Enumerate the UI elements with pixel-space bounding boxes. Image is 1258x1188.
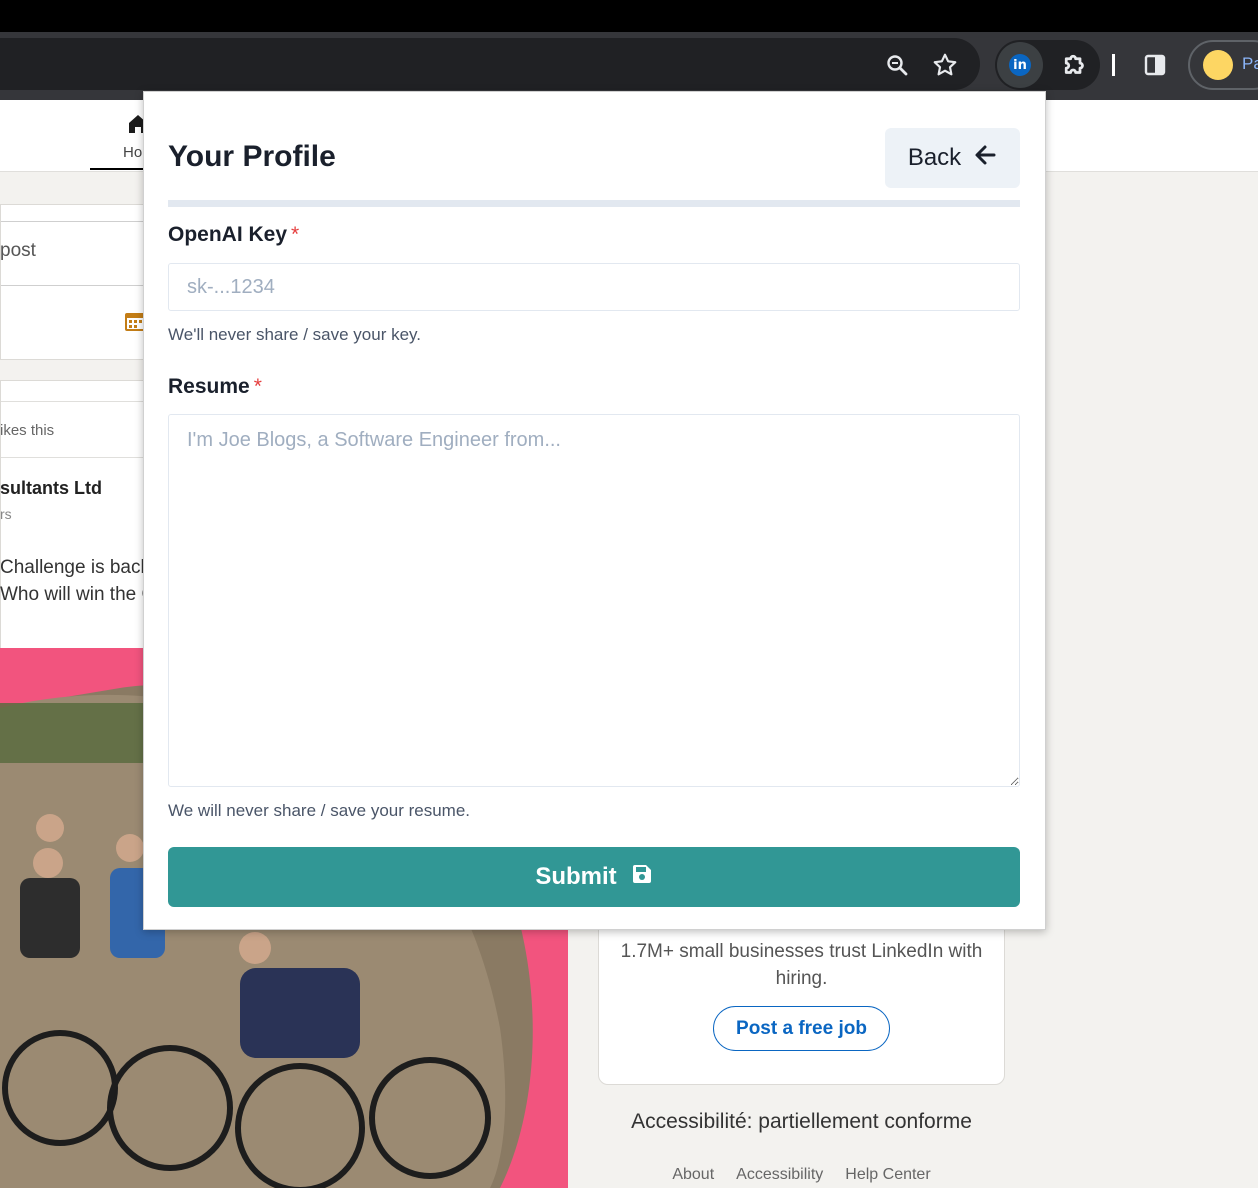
footer-link-accessibility[interactable]: Accessibility (736, 1166, 823, 1184)
linkedin-extension-button[interactable]: in (997, 42, 1043, 88)
footer-link-about[interactable]: About (672, 1166, 714, 1184)
toolbar-divider (1112, 54, 1115, 76)
address-bar[interactable] (0, 38, 980, 90)
page-title: Your Profile (168, 140, 336, 173)
start-post-label[interactable]: post (0, 240, 36, 262)
title-divider (168, 200, 1020, 207)
footer-links: About Accessibility Help Center (598, 1166, 1005, 1184)
zoom-icon[interactable] (882, 50, 912, 80)
hiring-promo-text: 1.7M+ small businesses trust LinkedIn wi… (620, 941, 983, 989)
side-panel-icon[interactable] (1140, 50, 1170, 80)
resume-label: Resume * (168, 375, 262, 399)
footer-link-help-center[interactable]: Help Center (845, 1166, 930, 1184)
company-followers: rs (0, 506, 12, 522)
linkedin-extension-icon: in (1009, 54, 1031, 76)
profile-name: Pa (1242, 54, 1258, 73)
back-button[interactable]: Back (885, 128, 1020, 188)
start-post-card (0, 204, 151, 360)
post-free-job-button[interactable]: Post a free job (713, 1006, 890, 1051)
window-top-bar (0, 0, 1258, 32)
openai-key-label: OpenAI Key * (168, 223, 299, 247)
submit-button-label: Submit (535, 863, 617, 890)
post-text-line: Who will win the C (0, 584, 156, 605)
required-mark: * (253, 375, 262, 398)
openai-key-input[interactable] (168, 263, 1020, 311)
post-text-line: Challenge is back, (0, 557, 156, 578)
avatar (1203, 50, 1233, 80)
openai-key-helper-text: We'll never share / save your key. (168, 325, 421, 344)
company-name[interactable]: sultants Ltd (0, 478, 102, 499)
resume-textarea[interactable] (168, 414, 1020, 787)
back-button-label: Back (907, 144, 962, 171)
star-icon[interactable] (930, 50, 960, 80)
accessibility-status-text: Accessibilité: partiellement conforme (631, 1110, 972, 1133)
resume-helper-text: We will never share / save your resume. (168, 801, 471, 820)
resume-label-text: Resume (168, 375, 250, 398)
nav-home-label[interactable]: Ho (123, 144, 142, 161)
required-mark: * (291, 223, 300, 246)
puzzle-icon[interactable] (1058, 48, 1092, 82)
submit-button[interactable]: Submit (168, 847, 1020, 907)
arrow-left-icon (973, 143, 997, 174)
openai-key-label-text: OpenAI Key (168, 223, 288, 246)
likes-text: ikes this (0, 422, 55, 439)
nav-active-underline (90, 168, 150, 170)
save-icon (631, 863, 653, 892)
